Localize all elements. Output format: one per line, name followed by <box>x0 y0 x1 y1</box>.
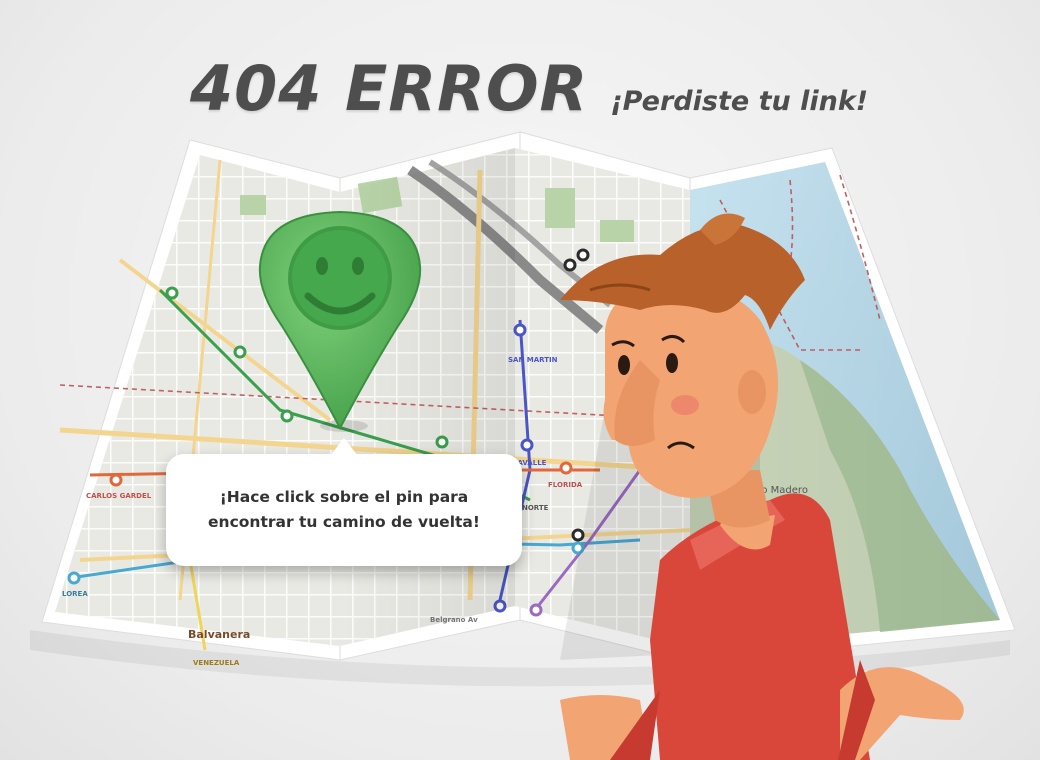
map-label-norte: NORTE <box>522 504 549 512</box>
tooltip-line-1: ¡Hace click sobre el pin para <box>219 488 469 506</box>
map-label-carlos-gardel: CARLOS GARDEL <box>86 492 152 500</box>
map-label-venezuela: VENEZUELA <box>193 659 240 667</box>
map-label-lorea: LOREA <box>62 590 88 598</box>
error-404-page: 404 ERROR ¡Perdiste tu link! SAN MARTIN … <box>0 0 1040 760</box>
smiley-location-pin-icon[interactable] <box>252 206 432 436</box>
map-label-san-martin: SAN MARTIN <box>508 356 558 364</box>
tooltip-line-2: encontrar tu camino de vuelta! <box>208 513 480 531</box>
map-illustration: SAN MARTIN LAVALLE FLORIDA NORTE CARLOS … <box>30 131 1016 760</box>
map-label-balvanera: Balvanera <box>188 628 250 641</box>
map-label-florida: FLORIDA <box>548 481 583 489</box>
tooltip-text: ¡Hace click sobre el pin para encontrar … <box>184 485 504 535</box>
folded-map: SAN MARTIN LAVALLE FLORIDA NORTE CARLOS … <box>41 131 1016 667</box>
instruction-tooltip: ¡Hace click sobre el pin para encontrar … <box>166 438 522 566</box>
